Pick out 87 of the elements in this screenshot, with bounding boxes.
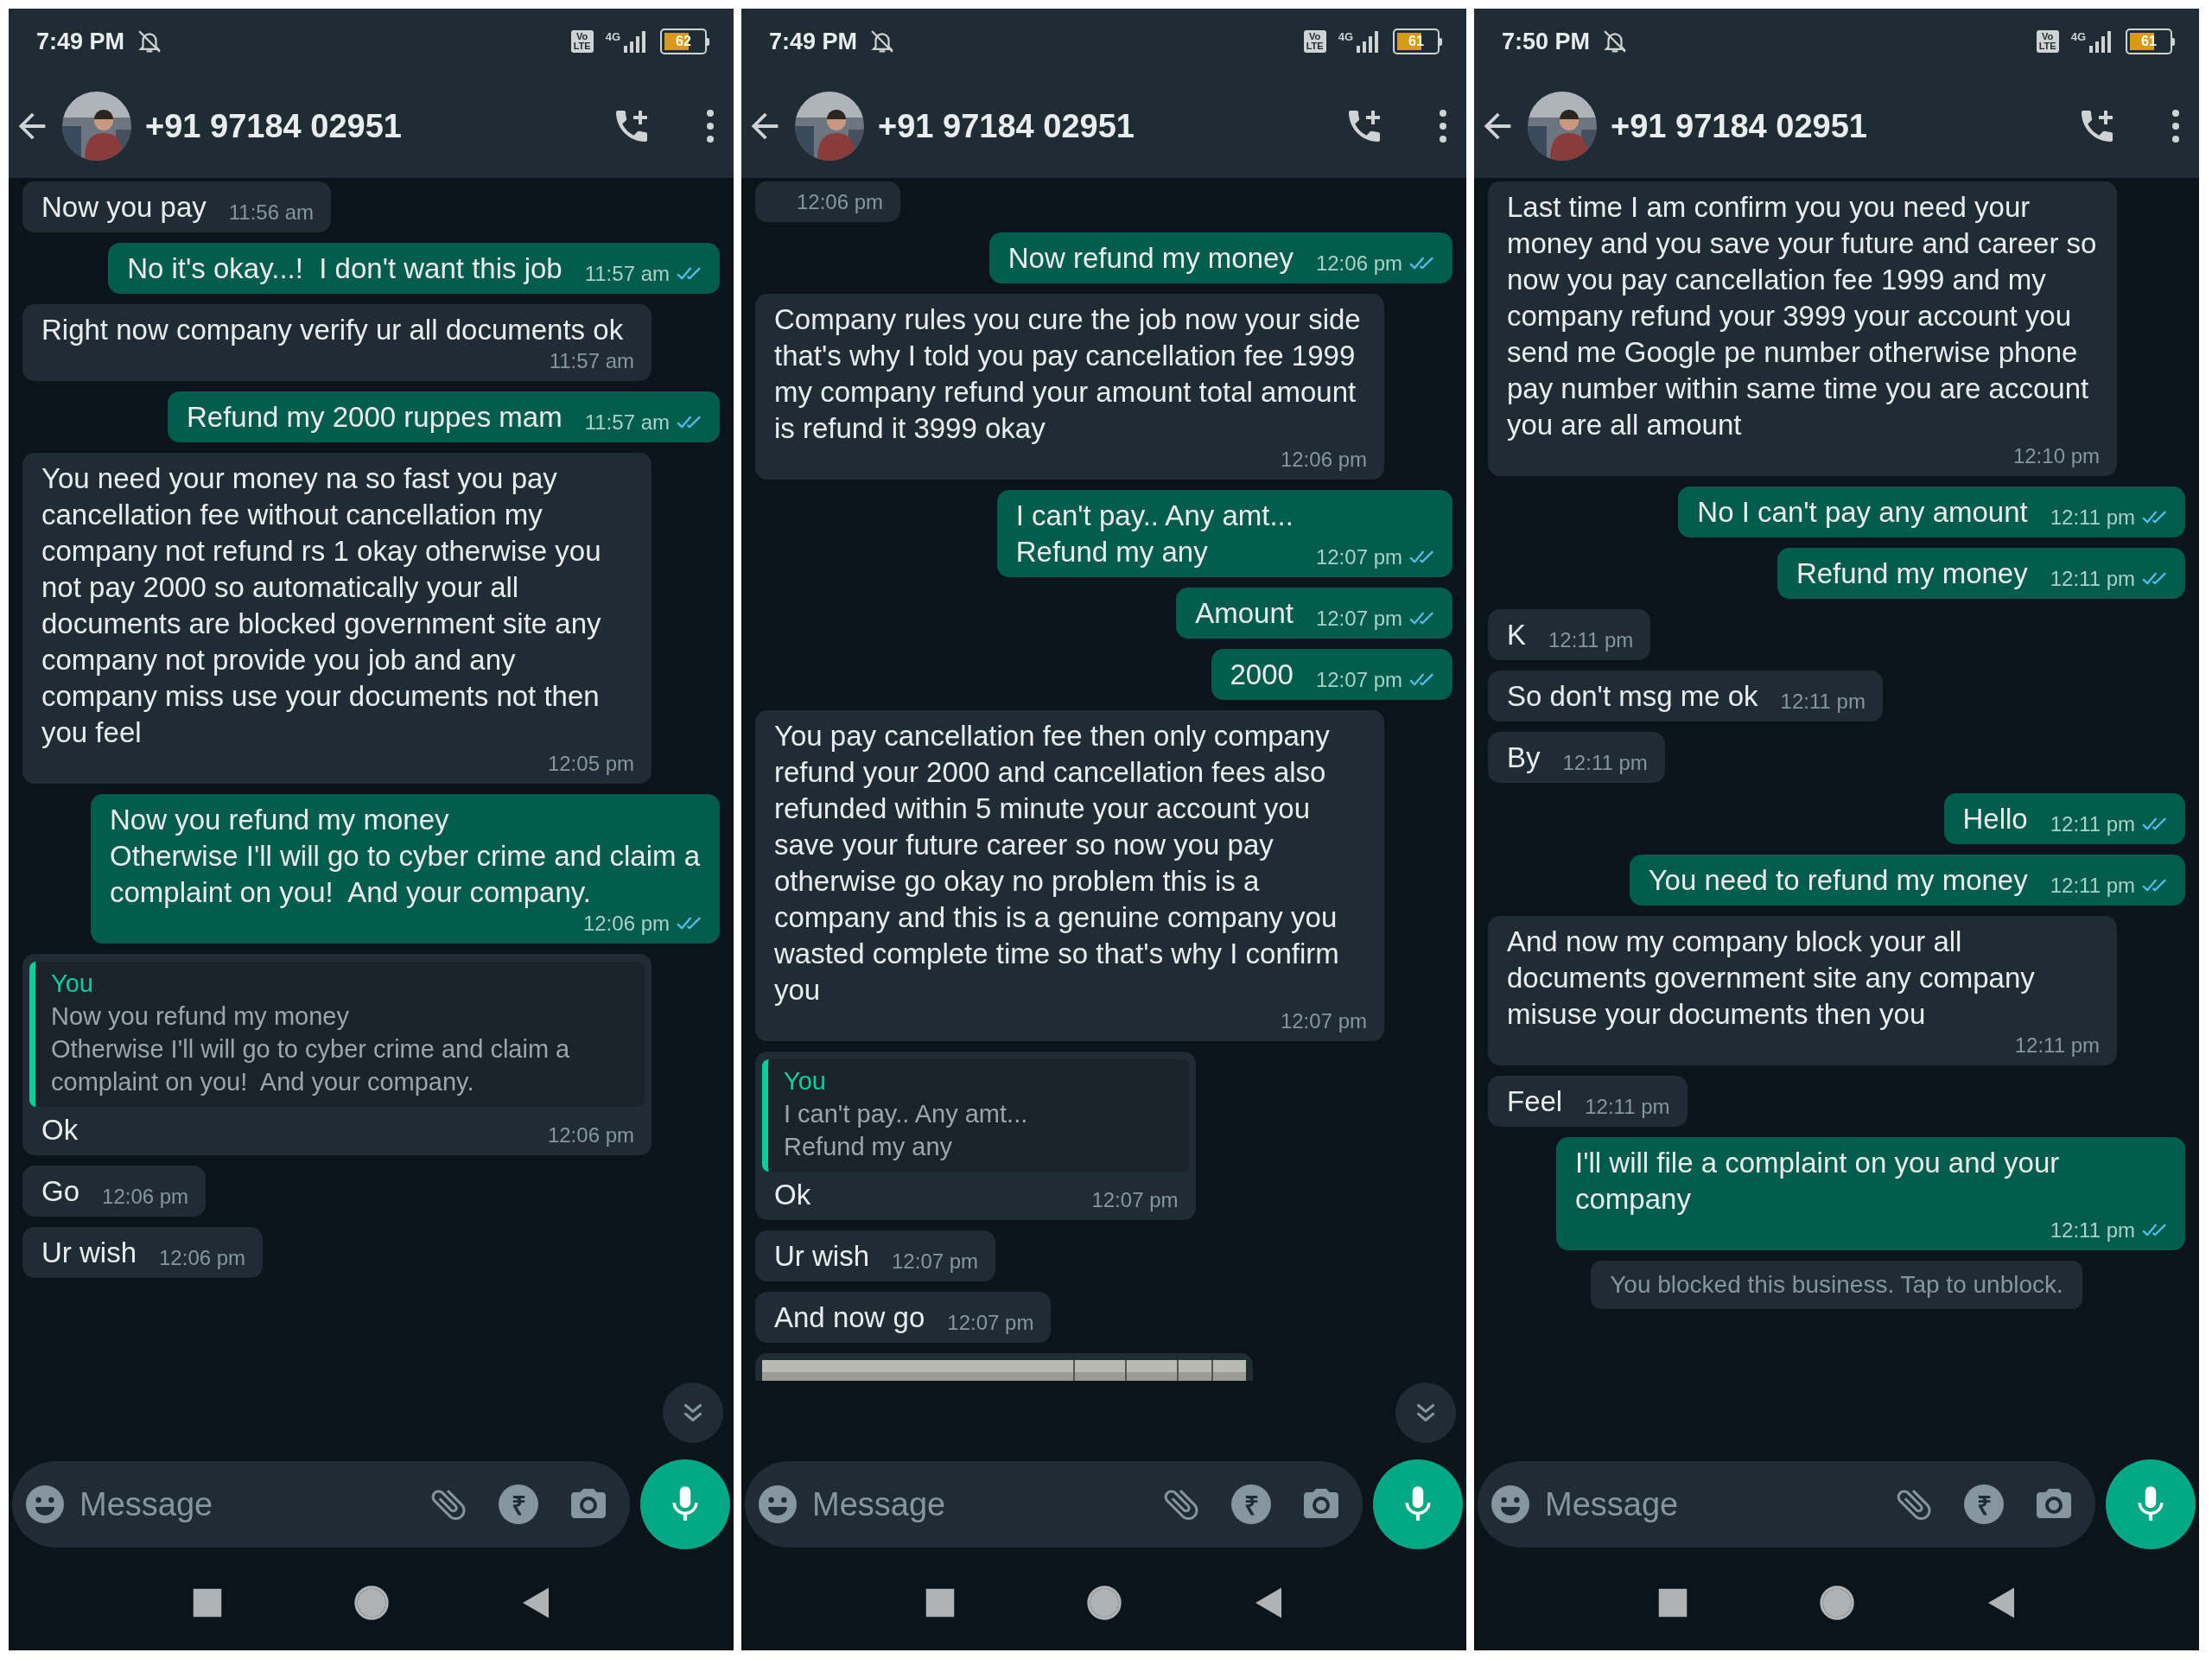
message-text: By [1507, 741, 1541, 775]
message-input[interactable]: Message [1543, 1484, 1881, 1524]
message-text: Amount [1195, 596, 1294, 631]
message-text: I'll will file a complaint on you and your company [1575, 1146, 2061, 1217]
message-text: Now you refund my money Otherwise I'll will go to cyber crime and claim a complaint on you! And your company. [110, 803, 702, 910]
message-time: 12:11 pm [2014, 1033, 2100, 1058]
message-field[interactable]: Message ₹ [745, 1461, 1363, 1548]
message-time: 12:06 pm [547, 1122, 634, 1148]
status-time: 7:49 PM [769, 28, 858, 55]
status-time: 7:50 PM [1502, 28, 1591, 55]
message-time: 12:06 pm [102, 1184, 189, 1210]
network-type: 4G [605, 30, 620, 43]
network-type: 4G [1338, 30, 1353, 43]
message-time: 12:06 pm [159, 1245, 246, 1271]
message-time: 12:06 pm [1315, 251, 1402, 276]
message-text: Hello [1962, 802, 2028, 836]
message-input[interactable]: Message [78, 1484, 416, 1524]
message-text: Ur wish [774, 1239, 869, 1274]
network-badge: Vo LTE [2036, 30, 2059, 53]
message-time: 12:05 pm [547, 751, 634, 777]
quote-author: You [784, 1066, 827, 1096]
message-text: Go [41, 1174, 80, 1209]
message-time: 11:57 am [584, 261, 670, 287]
message-text: Now refund my money [1007, 241, 1294, 276]
message-text: You need to refund my money [1648, 863, 2028, 898]
message-text: And now my company block your all documents government site any company misuse your documents then you [1507, 925, 2036, 1032]
message-time: 12:11 pm [2050, 566, 2135, 592]
message-text: Feel [1507, 1084, 1563, 1119]
message-time: 12:07 pm [947, 1310, 1034, 1336]
message-text: Ok [774, 1178, 811, 1212]
message-text: You need your money na so fast you pay cancellation fee without cancellation my company not refund rs 1 okay otherwise you not pay 2000 so automatically your all documents are blocked government site any company not provide you job and any company miss use your documents not then you feel [41, 461, 602, 750]
message-text: Refund my money [1796, 556, 2028, 591]
message-time: 12:11 pm [1780, 689, 1866, 715]
network-type: 4G [2070, 30, 2086, 43]
message-time: 12:06 pm [1280, 447, 1367, 473]
network-badge: Vo LTE [1303, 30, 1326, 53]
contact-name[interactable]: +91 97184 02951 [145, 107, 402, 145]
message-text: Ok [41, 1113, 79, 1147]
message-text: Refund my 2000 ruppes mam [186, 400, 563, 435]
message-time: 12:11 pm [2050, 873, 2135, 899]
message-time: 12:11 pm [1548, 627, 1634, 653]
message-time: 12:07 pm [892, 1249, 979, 1274]
message-time: 12:07 pm [1315, 544, 1402, 570]
message-text: Ur wish [41, 1236, 137, 1270]
message-input[interactable]: Message [810, 1484, 1148, 1524]
message-time: 12:07 pm [1091, 1187, 1179, 1213]
network-badge: Vo LTE [570, 30, 594, 53]
rupee-icon[interactable]: ₹ [499, 1484, 538, 1524]
message-time: 12:11 pm [2050, 1217, 2135, 1243]
message-text: You pay cancellation fee then only company refund your 2000 and cancellation fees also refunded within 5 minute your account you save your future career so now you pay otherwise go okay no problem this is a company and this is a genuine company you wasted complete time so that's why I confirm you [774, 719, 1340, 1007]
message-time: 12:10 pm [2012, 443, 2100, 469]
message-text: I can't pay.. Any amt... Refund my any [1015, 499, 1294, 569]
message-time: 12:11 pm [1562, 750, 1648, 776]
message-time: 12:11 pm [2050, 811, 2135, 837]
message-text: K [1507, 618, 1526, 652]
quote-author: You [51, 969, 94, 999]
quote-text: Now you refund my money Otherwise I'll will go to cyber crime and claim a complaint on you! And your company. [51, 1001, 571, 1097]
message-text: Right now company verify ur all documents ok [41, 313, 624, 347]
message-text: So don't msg me ok [1507, 679, 1758, 714]
quoted-message[interactable]: You I can't pay.. Any amt... Refund my any [762, 1059, 1189, 1172]
message-text: Last time I am confirm you you need your money and you save your future and career so now you pay cancellation fee 1999 and my company refund your 3999 your account you send me Google pe number otherwise phone pay number within same time you are account you are all amount [1507, 190, 2098, 442]
message-time: 12:06 pm [582, 911, 670, 937]
message-text: And now go [774, 1300, 925, 1335]
quote-text: I can't pay.. Any amt... Refund my any [784, 1099, 1029, 1162]
message-time: 12:07 pm [1280, 1008, 1367, 1034]
message-time: 11:56 am [228, 200, 315, 226]
message-time: 12:11 pm [2050, 505, 2135, 531]
message-text: 2000 [1230, 658, 1294, 692]
message-text: No I can't pay any amount [1697, 495, 2028, 530]
rupee-icon[interactable]: ₹ [1964, 1484, 2004, 1524]
quoted-message[interactable]: You Now you refund my money Otherwise I'll will go to cyber crime and claim a complaint on you! And your company. [29, 962, 645, 1107]
contact-name[interactable]: +91 97184 02951 [1611, 107, 1867, 145]
message-text: Company rules you cure the job now your side that's why I told you pay cancellation fee 1999 my company refund your amount total amount is refund it 3999 okay [774, 302, 1362, 446]
message-time: 11:57 am [584, 410, 670, 435]
rupee-icon[interactable]: ₹ [1231, 1484, 1271, 1524]
message-field[interactable]: Message ₹ [12, 1461, 630, 1548]
message-field[interactable]: Message ₹ [1478, 1461, 2095, 1548]
message-text: Now you pay [41, 190, 207, 225]
message-time: 11:57 am [549, 348, 634, 374]
message-time: 12:07 pm [1315, 606, 1402, 632]
system-notice[interactable]: You blocked this business. Tap to unblock. [1591, 1261, 2082, 1309]
message-time: 12:06 pm [797, 189, 884, 215]
message-text: No it's okay...! I don't want this job [127, 251, 563, 286]
contact-name[interactable]: +91 97184 02951 [878, 107, 1135, 145]
message-time: 12:11 pm [1585, 1094, 1670, 1120]
message-time: 12:07 pm [1315, 667, 1402, 693]
status-time: 7:49 PM [36, 28, 125, 55]
